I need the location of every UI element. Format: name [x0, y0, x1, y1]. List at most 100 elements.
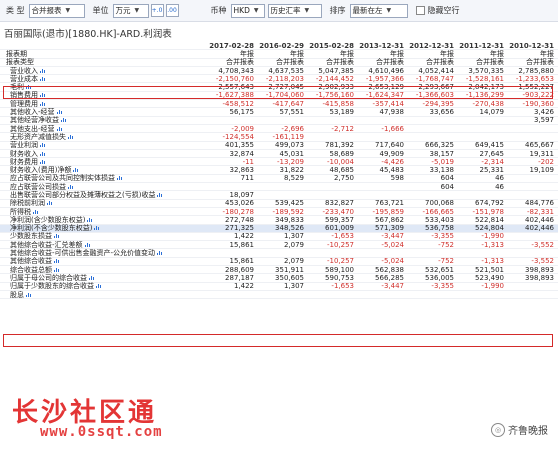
chevron-down-icon: ▼ — [134, 7, 140, 14]
bar-chart-icon[interactable] — [73, 167, 79, 173]
decimal-increase-icon[interactable]: +.0 — [150, 4, 164, 17]
bar-chart-icon[interactable] — [157, 250, 163, 256]
hide-empty-group: 隐藏空行 — [415, 5, 464, 16]
table-cell: 674,792 — [475, 199, 504, 208]
table-cell: 57,551 — [279, 108, 305, 117]
bar-chart-icon[interactable] — [89, 275, 94, 280]
table-cell: 781,392 — [325, 141, 354, 150]
table-cell: 49,909 — [379, 149, 405, 158]
revenue-highlight-box — [3, 86, 553, 99]
sort-select[interactable]: 最新在左 ▼ — [349, 3, 408, 18]
rate-select[interactable]: 历史汇率 ▼ — [267, 3, 322, 18]
table-cell: 4,637,535 — [268, 66, 304, 75]
table-cell: -2,712 — [331, 124, 354, 133]
currency-select-value: HKD — [233, 6, 250, 15]
type-label: 类 型 — [6, 6, 25, 15]
table-cell: 598 — [390, 174, 404, 183]
bar-chart-icon[interactable] — [68, 134, 73, 139]
table-cell: 711 — [240, 174, 254, 183]
table-cell: -2,314 — [481, 157, 504, 166]
publisher-name: 齐鲁晚报 — [508, 426, 548, 437]
bar-chart-icon[interactable] — [40, 159, 45, 164]
bar-chart-icon[interactable] — [54, 258, 59, 264]
table-cell: -189,592 — [272, 207, 304, 216]
table-cell: 453,026 — [225, 199, 254, 208]
rate-select-value: 历史汇率 — [270, 6, 301, 15]
bar-chart-icon[interactable] — [40, 151, 45, 156]
bar-chart-icon[interactable] — [68, 184, 73, 189]
table-cell: 1,307 — [283, 232, 304, 241]
decimal-decrease-icon[interactable]: .00 — [165, 4, 179, 17]
hide-empty-label: 隐藏空行 — [427, 6, 460, 15]
bar-chart-icon[interactable] — [56, 109, 62, 115]
table-cell: 649,415 — [475, 141, 504, 150]
table-cell: -2,696 — [281, 124, 304, 133]
table-cell: -124,554 — [222, 132, 254, 141]
currency-select[interactable]: HKD ▼ — [230, 3, 265, 18]
bar-chart-icon[interactable] — [117, 175, 122, 181]
table-cell: 15,861 — [229, 257, 255, 266]
table-row[interactable]: 股息 — [0, 290, 558, 300]
bar-chart-icon[interactable] — [87, 217, 93, 222]
table-cell: 398,893 — [525, 273, 554, 282]
hide-empty-checkbox[interactable] — [415, 6, 425, 15]
currency-group: 币种 HKD ▼ 历史汇率 ▼ — [211, 3, 322, 18]
bar-chart-icon[interactable] — [94, 225, 100, 231]
bar-chart-icon[interactable] — [84, 242, 90, 247]
page-title: 百丽国际(退市)[1880.HK]-ARD.利润表 — [4, 29, 172, 40]
table-cell: -1,957,366 — [365, 74, 404, 83]
table-cell: 272,748 — [225, 215, 254, 224]
bar-chart-icon[interactable] — [56, 126, 62, 131]
table-cell: -1,233,653 — [515, 74, 554, 83]
table-cell: -3,552 — [531, 257, 554, 266]
bar-chart-icon[interactable] — [40, 76, 45, 81]
table-cell: -1,990 — [481, 232, 504, 241]
bar-chart-icon[interactable] — [40, 142, 45, 148]
table-cell: 1,307 — [283, 282, 304, 291]
unit-select[interactable]: 万元 ▼ — [112, 3, 149, 18]
table-cell: -5,019 — [431, 157, 454, 166]
bar-chart-icon[interactable] — [26, 292, 31, 297]
bar-chart-icon[interactable] — [33, 209, 38, 214]
type-select[interactable]: 合并报表 ▼ — [28, 3, 85, 18]
unit-select-value: 万元 — [115, 6, 131, 15]
table-cell: -5,024 — [381, 257, 404, 266]
table-cell: 348,526 — [275, 224, 304, 233]
table-cell: 2,079 — [283, 257, 304, 266]
table-cell: 2,750 — [333, 174, 354, 183]
table-cell: -417,647 — [272, 99, 304, 108]
table-cell: -1,313 — [481, 240, 504, 249]
table-cell: -2,118,203 — [265, 74, 304, 83]
table-cell: 4,610,496 — [368, 66, 404, 75]
table-cell: 27,645 — [479, 149, 505, 158]
table-cell: 31,822 — [279, 166, 305, 175]
table-cell: -202 — [538, 157, 554, 166]
table-cell: -3,552 — [531, 240, 554, 249]
bar-chart-icon[interactable] — [157, 192, 163, 197]
table-cell: -161,119 — [272, 132, 304, 141]
table-cell: 499,073 — [275, 141, 304, 150]
table-cell: -195,859 — [372, 207, 404, 216]
table-cell: 522,814 — [475, 215, 504, 224]
table-cell: -3,355 — [431, 232, 454, 241]
bar-chart-icon[interactable] — [40, 68, 45, 73]
bar-chart-icon[interactable] — [40, 101, 45, 106]
table-cell: 32,863 — [229, 166, 255, 175]
table-cell: 700,068 — [425, 199, 454, 208]
table-cell: 288,609 — [225, 265, 254, 274]
row-label-text: 股息 — [10, 290, 24, 299]
bar-chart-icon[interactable] — [54, 267, 59, 272]
table-cell: -2,150,760 — [215, 74, 254, 83]
table-cell: 48,685 — [329, 166, 355, 175]
bar-chart-icon[interactable] — [47, 200, 52, 206]
bar-chart-icon[interactable] — [54, 233, 59, 239]
table-cell: -82,331 — [526, 207, 554, 216]
table-cell: -752 — [438, 257, 454, 266]
table-cell: 25,331 — [479, 166, 505, 175]
table-cell: 604 — [440, 174, 454, 183]
table-cell: 524,804 — [475, 224, 504, 233]
table-cell: 287,187 — [225, 273, 254, 282]
bar-chart-icon[interactable] — [61, 117, 66, 123]
table-cell: 717,640 — [375, 141, 404, 150]
bar-chart-icon[interactable] — [96, 283, 101, 289]
